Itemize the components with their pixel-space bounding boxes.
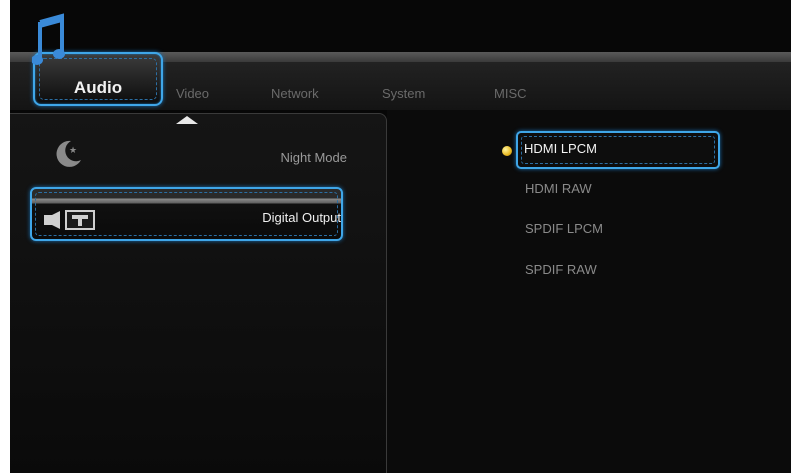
digital-output-label: Digital Output [262, 210, 341, 225]
svg-text:★: ★ [69, 146, 77, 156]
option-hdmi-lpcm-label: HDMI LPCM [524, 141, 597, 156]
tab-video[interactable]: Video [176, 86, 209, 101]
option-spdif-lpcm[interactable]: SPDIF LPCM [525, 221, 603, 236]
screen: Audio Video Network System MISC ★ Night … [10, 0, 791, 473]
tab-misc[interactable]: MISC [494, 86, 527, 101]
option-hdmi-raw[interactable]: HDMI RAW [525, 181, 592, 196]
music-note-icon [32, 13, 65, 65]
tab-audio-label: Audio [73, 78, 123, 97]
option-hdmi-lpcm[interactable]: HDMI LPCM [516, 131, 720, 169]
scroll-up-arrow-icon[interactable] [176, 116, 198, 124]
speaker-icon [44, 210, 95, 230]
selected-bullet-icon [502, 146, 512, 156]
menu-item-digital-output[interactable]: Digital Output [30, 187, 343, 241]
tab-network[interactable]: Network [271, 86, 319, 101]
menu-item-night-mode[interactable]: Night Mode [281, 150, 347, 165]
tab-system[interactable]: System [382, 86, 425, 101]
option-spdif-raw[interactable]: SPDIF RAW [525, 262, 597, 277]
moon-icon: ★ [56, 140, 81, 167]
